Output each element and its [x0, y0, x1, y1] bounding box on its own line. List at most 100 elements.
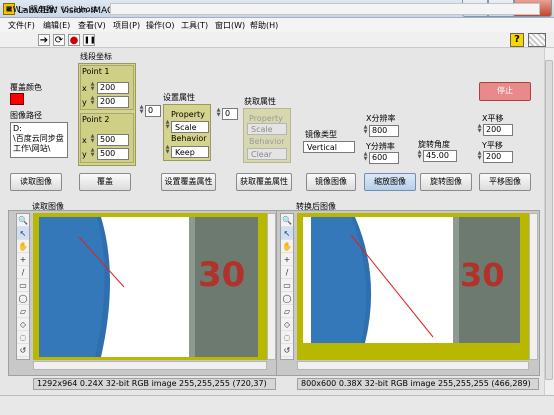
vi-icon: [528, 33, 546, 47]
pause-icon[interactable]: ❚❚: [83, 34, 96, 46]
mirror-image-button[interactable]: 镜像图像: [306, 173, 356, 191]
annulus-tool-icon[interactable]: ↺: [17, 344, 29, 357]
set-index-spinner[interactable]: ▲ ▼: [138, 105, 145, 117]
pointer-icon[interactable]: ↖: [281, 227, 293, 240]
rotated-rect-tool-icon[interactable]: ◇: [281, 318, 293, 331]
point2-x-spinner[interactable]: ▲ ▼: [89, 134, 96, 146]
polygon-tool-icon[interactable]: ▱: [17, 305, 29, 318]
rotated-rect-tool-icon[interactable]: ◇: [17, 318, 29, 331]
set-index-input[interactable]: 0: [145, 105, 161, 117]
read-image-button[interactable]: 读取图像: [10, 173, 62, 191]
y-res-spinner[interactable]: ▲ ▼: [362, 152, 369, 164]
point1-x-input[interactable]: 200: [97, 82, 129, 94]
right-display-vscroll[interactable]: [529, 213, 538, 360]
set-props-label: 设置属性: [163, 93, 195, 102]
overlay-button[interactable]: 覆盖: [79, 173, 131, 191]
point1-x-spinner[interactable]: ▲ ▼: [89, 82, 96, 94]
left-ruler-number: 30: [198, 255, 246, 295]
point2-x-input[interactable]: 500: [97, 134, 129, 146]
menu-tools[interactable]: 工具(T): [181, 20, 208, 31]
overlay-color-label: 覆盖颜色: [10, 83, 42, 92]
shift-image-button[interactable]: 平移图像: [479, 173, 531, 191]
server-status: <W> 服务器：localhost: [6, 5, 98, 14]
point1-y-spinner[interactable]: ▲ ▼: [89, 96, 96, 108]
point1-y-label: y: [82, 98, 87, 107]
y-res-input[interactable]: 600: [369, 152, 399, 164]
point1-x-label: x: [82, 84, 87, 93]
set-property-select[interactable]: Scale: [171, 121, 209, 133]
get-overlay-props-button[interactable]: 获取覆盖属性: [236, 173, 292, 191]
panel-horizontal-scrollbar[interactable]: [110, 3, 540, 15]
get-behavior-display: Clear: [247, 148, 287, 160]
image-path-field[interactable]: D: \百度云同步盘 工作\网站\: [10, 122, 68, 158]
stop-button[interactable]: 停止: [479, 82, 531, 101]
right-ruler-number: 30: [460, 256, 505, 294]
rotate-angle-spinner[interactable]: ▲ ▼: [416, 150, 423, 162]
menu-operate[interactable]: 操作(O): [146, 20, 175, 31]
line-coords-label: 线段坐标: [80, 52, 112, 61]
panel-scroll-thumb[interactable]: [545, 60, 553, 380]
x-shift-input[interactable]: 200: [483, 124, 513, 136]
pan-hand-icon[interactable]: ✋: [17, 240, 29, 253]
y-res-label: Y分辨率: [366, 142, 395, 151]
pan-hand-icon[interactable]: ✋: [281, 240, 293, 253]
set-property-header: Property: [171, 110, 205, 119]
menu-view[interactable]: 查看(V): [78, 20, 106, 31]
x-res-input[interactable]: 800: [369, 125, 399, 137]
right-display-hscroll[interactable]: [297, 361, 529, 370]
freehand-tool-icon[interactable]: ◌: [17, 331, 29, 344]
menu-window[interactable]: 窗口(W): [215, 20, 245, 31]
point2-y-spinner[interactable]: ▲ ▼: [89, 148, 96, 160]
zoom-icon[interactable]: 🔍: [281, 214, 293, 227]
set-behavior-spinner[interactable]: ▲ ▼: [164, 145, 171, 157]
right-display-status: 800x600 0.38X 32-bit RGB image 255,255,2…: [297, 378, 539, 390]
mirror-type-label: 镜像类型: [305, 130, 337, 139]
left-display-hscroll[interactable]: [33, 361, 267, 370]
rectangle-tool-icon[interactable]: ▭: [17, 279, 29, 292]
annulus-tool-icon[interactable]: ↺: [281, 344, 293, 357]
menu-file[interactable]: 文件(F): [8, 20, 35, 31]
point1-y-input[interactable]: 200: [97, 96, 129, 108]
x-res-spinner[interactable]: ▲ ▼: [362, 125, 369, 137]
point-tool-icon[interactable]: +: [17, 253, 29, 266]
point2-label: Point 2: [82, 115, 110, 124]
context-help-icon[interactable]: ?: [510, 33, 524, 47]
x-shift-spinner[interactable]: ▲ ▼: [476, 124, 483, 136]
point2-x-label: x: [82, 136, 87, 145]
rotate-angle-input[interactable]: 45.00: [423, 150, 457, 162]
zoom-icon[interactable]: 🔍: [17, 214, 29, 227]
menu-project[interactable]: 项目(P): [113, 20, 140, 31]
set-behavior-select[interactable]: Keep: [171, 146, 209, 158]
set-overlay-props-button[interactable]: 设置覆盖属性: [161, 173, 216, 191]
left-display-vscroll[interactable]: [267, 213, 276, 360]
get-index-spinner[interactable]: ▲ ▼: [215, 108, 222, 120]
menu-edit[interactable]: 编辑(E): [43, 20, 70, 31]
menu-bar: 文件(F) 编辑(E) 查看(V) 项目(P) 操作(O) 工具(T) 窗口(W…: [0, 18, 554, 32]
mirror-type-select[interactable]: Vertical: [303, 141, 355, 153]
polygon-tool-icon[interactable]: ▱: [281, 305, 293, 318]
status-bar: [0, 395, 554, 415]
line-tool-icon[interactable]: /: [17, 266, 29, 279]
run-icon[interactable]: ➔: [38, 34, 50, 46]
rotate-image-button[interactable]: 旋转图像: [420, 173, 472, 191]
y-shift-spinner[interactable]: ▲ ▼: [476, 151, 483, 163]
rectangle-tool-icon[interactable]: ▭: [281, 279, 293, 292]
abort-icon[interactable]: ●: [68, 34, 80, 46]
run-continuously-icon[interactable]: ⟳: [53, 34, 65, 46]
line-tool-icon[interactable]: /: [281, 266, 293, 279]
toolbar: ➔ ⟳ ● ❚❚ ?: [0, 32, 554, 48]
pointer-icon[interactable]: ↖: [17, 227, 29, 240]
y-shift-input[interactable]: 200: [483, 151, 513, 163]
overlay-color-box[interactable]: [10, 93, 24, 105]
oval-tool-icon[interactable]: ◯: [17, 292, 29, 305]
point2-y-input[interactable]: 500: [97, 148, 129, 160]
freehand-tool-icon[interactable]: ◌: [281, 331, 293, 344]
menu-help[interactable]: 帮助(H): [250, 20, 278, 31]
set-property-spinner[interactable]: ▲ ▼: [164, 120, 171, 132]
get-props-label: 获取属性: [244, 97, 276, 106]
left-display-status: 1292x964 0.24X 32-bit RGB image 255,255,…: [33, 378, 276, 390]
oval-tool-icon[interactable]: ◯: [281, 292, 293, 305]
scale-image-button[interactable]: 缩放图像: [364, 173, 416, 191]
get-index-input[interactable]: 0: [222, 108, 238, 120]
point-tool-icon[interactable]: +: [281, 253, 293, 266]
